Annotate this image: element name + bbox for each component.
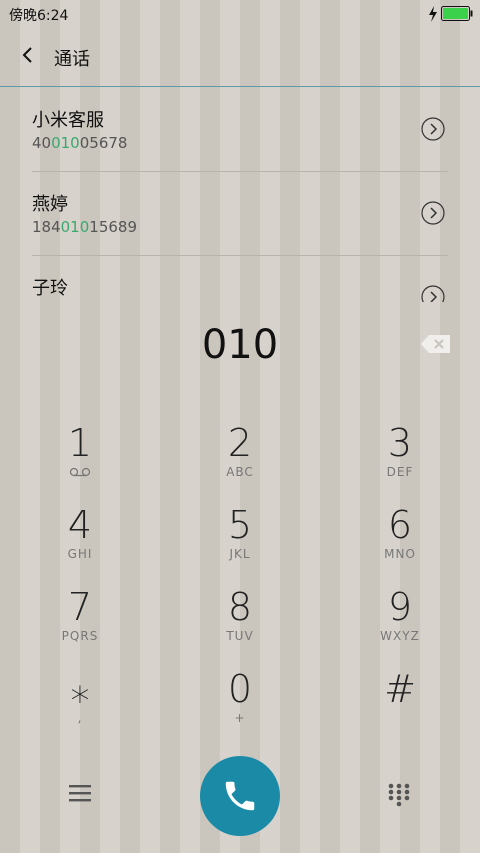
back-chevron-icon[interactable] bbox=[18, 45, 38, 65]
number-suffix: 05678 bbox=[79, 134, 128, 152]
call-button[interactable] bbox=[200, 756, 280, 836]
key-letters: TUV bbox=[226, 629, 254, 643]
key-digit: # bbox=[384, 667, 416, 711]
key-digit: 5 bbox=[227, 503, 253, 547]
page-title: 通话 bbox=[54, 49, 90, 70]
key-letters: DEF bbox=[386, 465, 414, 479]
contact-row[interactable]: 小米客服 4001005678 bbox=[32, 87, 448, 172]
key-letters: , bbox=[77, 711, 83, 725]
key-digit: 7 bbox=[67, 585, 93, 629]
contact-detail-arrow-icon[interactable] bbox=[421, 117, 445, 141]
key-digit: 2 bbox=[227, 421, 253, 465]
key-8[interactable]: 8 TUV bbox=[180, 586, 300, 664]
contact-row[interactable]: 子玲 bbox=[32, 255, 448, 302]
key-digit: 3 bbox=[387, 421, 413, 465]
hamburger-menu-icon[interactable] bbox=[68, 782, 92, 804]
key-letters: JKL bbox=[229, 547, 251, 561]
contact-name: 小米客服 bbox=[32, 110, 104, 131]
phone-icon bbox=[225, 781, 255, 811]
voicemail-icon bbox=[69, 467, 91, 477]
key-letters: MNO bbox=[384, 547, 416, 561]
key-3[interactable]: 3 DEF bbox=[340, 422, 460, 500]
key-letters: PQRS bbox=[61, 629, 99, 643]
contact-suggestion-list: 小米客服 4001005678 燕婷 18401015689 子玲 bbox=[0, 87, 480, 302]
key-7[interactable]: 7 PQRS bbox=[20, 586, 140, 664]
number-match: 010 bbox=[60, 218, 90, 236]
key-digit: 8 bbox=[227, 585, 253, 629]
key-letters: WXYZ bbox=[380, 629, 420, 643]
battery-icon bbox=[441, 6, 473, 21]
key-6[interactable]: 6 MNO bbox=[340, 504, 460, 582]
status-bar: 傍晚6:24 bbox=[0, 0, 480, 28]
key-star[interactable]: ⁎ , bbox=[20, 668, 140, 746]
number-prefix: 184 bbox=[32, 218, 61, 236]
status-time: 傍晚6:24 bbox=[9, 8, 69, 24]
number-prefix: 40 bbox=[32, 134, 52, 152]
key-4[interactable]: 4 GHI bbox=[20, 504, 140, 582]
contact-detail-arrow-icon[interactable] bbox=[421, 285, 445, 302]
charging-bolt-icon bbox=[429, 6, 437, 22]
key-0[interactable]: 0 + bbox=[180, 668, 300, 746]
key-2[interactable]: 2 ABC bbox=[180, 422, 300, 500]
key-letters: ABC bbox=[226, 465, 254, 479]
key-digit: 6 bbox=[387, 503, 413, 547]
title-bar: 通话 bbox=[0, 28, 480, 87]
contact-row[interactable]: 燕婷 18401015689 bbox=[32, 171, 448, 256]
key-5[interactable]: 5 JKL bbox=[180, 504, 300, 582]
key-1[interactable]: 1 bbox=[20, 422, 140, 500]
contact-number: 18401015689 bbox=[32, 218, 137, 236]
contact-detail-arrow-icon[interactable] bbox=[421, 201, 445, 225]
key-letters: GHI bbox=[67, 547, 93, 561]
contact-name: 子玲 bbox=[32, 278, 68, 299]
key-letters: + bbox=[234, 711, 246, 725]
dialpad-icon[interactable] bbox=[387, 782, 411, 808]
key-digit: 4 bbox=[67, 503, 93, 547]
contact-name: 燕婷 bbox=[32, 194, 68, 215]
key-digit: ⁎ bbox=[70, 667, 90, 711]
dialed-number: 010 bbox=[201, 322, 279, 368]
backspace-icon[interactable] bbox=[420, 333, 452, 355]
number-suffix: 15689 bbox=[89, 218, 137, 236]
number-match: 010 bbox=[51, 134, 80, 152]
contact-number: 4001005678 bbox=[32, 134, 127, 152]
key-9[interactable]: 9 WXYZ bbox=[340, 586, 460, 664]
key-digit: 9 bbox=[387, 585, 413, 629]
key-hash[interactable]: # bbox=[340, 668, 460, 746]
key-digit: 1 bbox=[67, 421, 93, 465]
key-digit: 0 bbox=[227, 667, 253, 711]
